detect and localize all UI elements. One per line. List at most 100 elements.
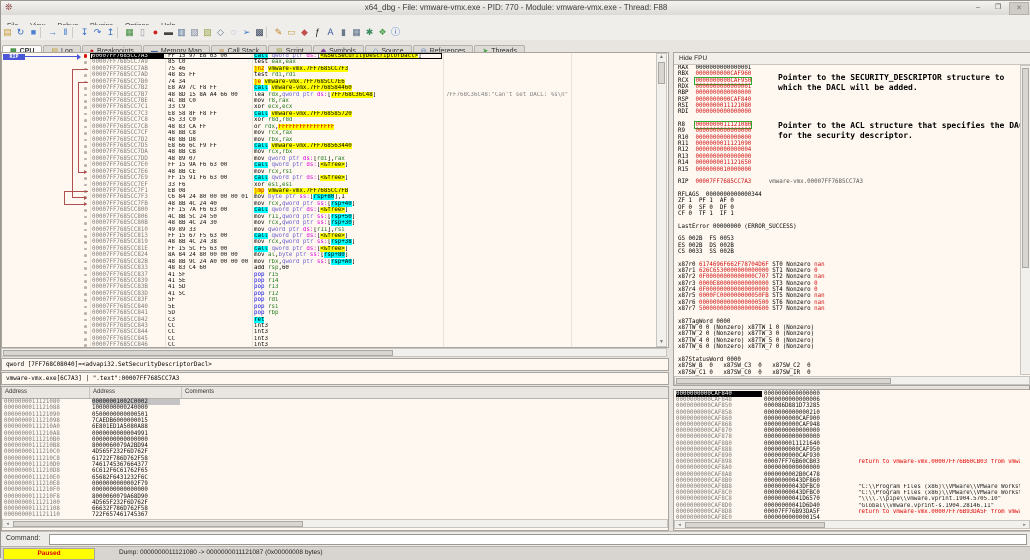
dump-header-comments[interactable]: Comments (182, 387, 666, 398)
row-bullet[interactable] (84, 132, 87, 135)
row-bullet[interactable] (84, 235, 87, 238)
comment-icon[interactable]: ✎ (272, 25, 285, 40)
row-bullet[interactable] (84, 126, 87, 129)
row-bullet[interactable] (84, 319, 87, 322)
memory-map-icon[interactable]: ▥ (175, 25, 188, 40)
open-file-icon[interactable]: ▤ (1, 25, 14, 40)
label-icon[interactable]: ▭ (285, 25, 298, 40)
registers-view[interactable]: RAX 0000000000000001RBX 0000000000CAF960… (678, 65, 1020, 376)
jump-arrowhead (84, 170, 87, 174)
dump-header-address1[interactable]: Address (2, 387, 90, 398)
script-icon[interactable]: ▧ (201, 25, 214, 40)
restart-icon[interactable]: ↻ (14, 25, 27, 40)
registers-horizontal-scrollbar[interactable] (674, 376, 1030, 385)
log-window-icon[interactable]: ▯ (136, 25, 149, 40)
row-bullet[interactable] (84, 261, 87, 264)
dump-row[interactable]: 0000000011121110722F657461745367 (2, 512, 668, 518)
references-icon[interactable]: ➢ (240, 25, 253, 40)
breakpoint-dot[interactable] (84, 54, 87, 57)
dump-header-address2[interactable]: Address (90, 387, 182, 398)
pause-icon[interactable]: ‖ (59, 25, 72, 40)
step-into-icon[interactable]: ↧ (78, 25, 91, 40)
row-bullet[interactable] (84, 331, 87, 334)
row-bullet[interactable] (84, 254, 87, 257)
registers-panel: Hide FPU RAX 0000000000000001RBX 0000000… (673, 52, 1030, 386)
panel-splitter[interactable] (669, 52, 673, 531)
row-bullet[interactable] (84, 280, 87, 283)
threads-icon[interactable]: ▩ (253, 25, 266, 40)
titlebar[interactable]: ❊ x64_dbg - File: vmware-vmx.exe - PID: … (1, 1, 1030, 16)
row-bullet[interactable] (84, 248, 87, 251)
about-icon[interactable]: ⓘ (389, 25, 402, 40)
row-bullet[interactable] (84, 344, 87, 347)
row-bullet[interactable] (84, 106, 87, 109)
row-bullet[interactable] (84, 241, 87, 244)
handles-icon[interactable]: ▮ (337, 25, 350, 40)
run-icon[interactable]: → (46, 25, 59, 40)
functions-icon[interactable]: ƒ (311, 25, 324, 40)
close-button[interactable]: ✕ (1009, 2, 1029, 15)
disasm-horizontal-scrollbar[interactable] (1, 348, 667, 357)
row-bullet[interactable] (84, 184, 87, 187)
source-icon[interactable]: ◇ (214, 25, 227, 40)
info-line-2: vmware-vmx.exe[6C7A3] | ".text":00007FF7… (1, 372, 669, 385)
call-stack-icon[interactable]: ▨ (188, 25, 201, 40)
row-bullet[interactable] (84, 267, 87, 270)
stack-horizontal-scrollbar[interactable]: ◂ ▸ (674, 520, 1030, 529)
row-bullet[interactable] (84, 312, 87, 315)
row-bullet[interactable] (84, 158, 87, 161)
plugins-icon[interactable]: ❖ (376, 25, 389, 40)
row-bullet[interactable] (84, 113, 87, 116)
command-label: Command: (6, 535, 40, 542)
row-bullet[interactable] (84, 164, 87, 167)
calculator-icon[interactable]: ▦ (350, 25, 363, 40)
row-bullet[interactable] (84, 293, 87, 296)
row-bullet[interactable] (84, 119, 87, 122)
strings-icon[interactable]: A (324, 25, 337, 40)
row-bullet[interactable] (84, 274, 87, 277)
disasm-vertical-scrollbar[interactable]: ▲ ▼ (656, 53, 667, 347)
row-bullet[interactable] (84, 139, 87, 142)
step-over-icon[interactable]: ↷ (91, 25, 104, 40)
disasm-row[interactable]: 00007FF7685CC846CCint3 (2, 342, 656, 347)
row-bullet[interactable] (84, 145, 87, 148)
maximize-button[interactable]: ❐ (989, 2, 1007, 13)
breakpoint-icon[interactable]: ● (149, 25, 162, 40)
rip-arrow-line (25, 56, 77, 57)
row-bullet[interactable] (84, 325, 87, 328)
row-bullet[interactable] (84, 338, 87, 341)
disassembly-view[interactable]: 00007FF7685CC7A3FF 15 97 E8 63 00call qw… (2, 53, 656, 347)
annotation-acl: Pointer to the ACL structure that specif… (778, 121, 1020, 141)
settings-icon[interactable]: ✱ (363, 25, 376, 40)
row-bullet[interactable] (84, 306, 87, 309)
minimize-button[interactable]: – (969, 2, 987, 13)
row-bullet[interactable] (84, 286, 87, 289)
hide-fpu-button[interactable]: Hide FPU (674, 53, 1030, 65)
jump-line (78, 82, 88, 83)
registers-vertical-scrollbar[interactable] (1020, 65, 1030, 375)
cpu-window-icon[interactable]: ▦ (123, 25, 136, 40)
row-bullet[interactable] (84, 87, 87, 90)
menubar: FileViewDebugPluginsOptionsHelp (1, 15, 1030, 25)
row-bullet[interactable] (84, 94, 87, 97)
eraser-icon[interactable]: ◆ (298, 25, 311, 40)
search-icon[interactable]: ◌ (227, 25, 240, 40)
row-bullet[interactable] (84, 61, 87, 64)
dash-icon[interactable]: ▬ (162, 25, 175, 40)
step-out-icon[interactable]: ↥ (104, 25, 117, 40)
register-line[interactable]: x87SW_C1 0 x87SW_C0 0 x87SW_IR 0 (678, 370, 1020, 376)
row-bullet[interactable] (84, 100, 87, 103)
jump-line (64, 191, 88, 192)
row-bullet[interactable] (84, 177, 87, 180)
row-bullet[interactable] (84, 299, 87, 302)
row-bullet[interactable] (84, 209, 87, 212)
dump-horizontal-scrollbar[interactable]: ◂ (2, 519, 668, 528)
row-bullet[interactable] (84, 216, 87, 219)
row-bullet[interactable] (84, 229, 87, 232)
row-bullet[interactable] (84, 222, 87, 225)
row-bullet[interactable] (84, 74, 87, 77)
stop-icon[interactable]: ■ (27, 25, 40, 40)
command-input[interactable] (49, 534, 1027, 545)
annotation-security-descriptor: Pointer to the SECURITY_DESCRIPTOR struc… (778, 73, 1020, 93)
row-bullet[interactable] (84, 151, 87, 154)
